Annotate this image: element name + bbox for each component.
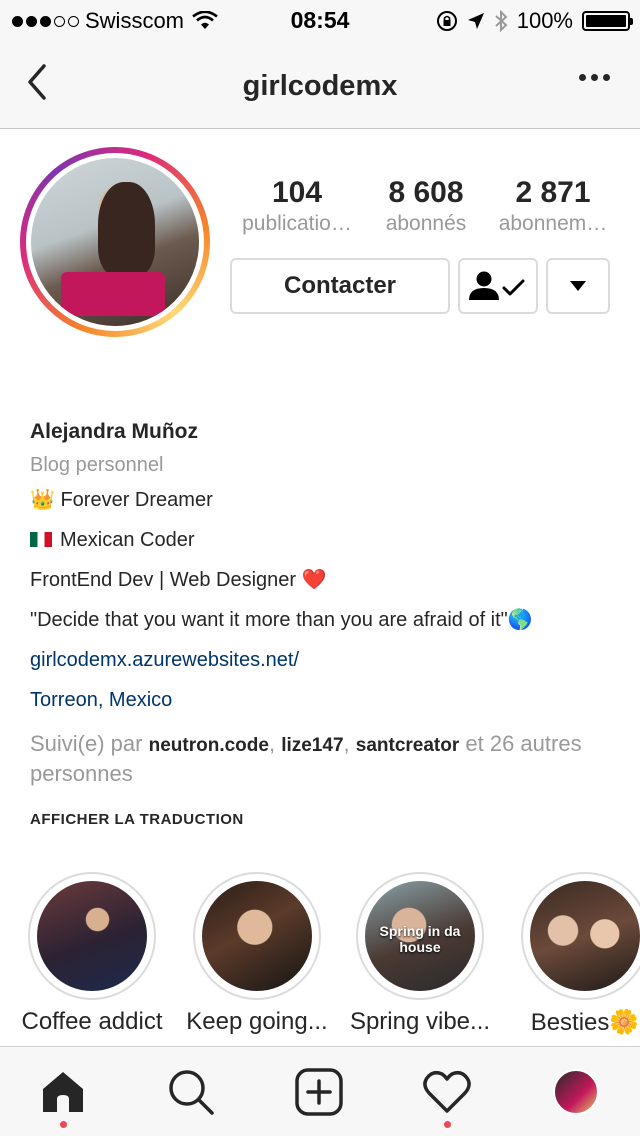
tab-home[interactable] <box>38 1067 88 1117</box>
highlight-label: Coffee addict <box>21 1008 163 1035</box>
status-bar: Swisscom 08:54 100% <box>0 0 640 40</box>
globe-icon: 🌎 <box>507 609 533 631</box>
crown-icon: 👑 <box>30 489 55 511</box>
highlight-overlay-text: Spring in da house <box>379 922 461 955</box>
location-link[interactable]: Torreon, Mexico <box>30 687 620 727</box>
tab-profile[interactable] <box>551 1067 601 1117</box>
person-check-icon <box>469 271 525 300</box>
followed-by-prefix: Suivi(e) par <box>30 731 143 756</box>
highlight-label: Besties🌼 <box>530 1009 640 1036</box>
battery-percentage: 100% <box>516 8 573 33</box>
orientation-lock-icon <box>436 11 457 31</box>
suggestions-dropdown-button[interactable] <box>546 258 610 314</box>
stat-following[interactable]: 2 871 abonnem… <box>488 176 618 236</box>
profile-bio: Alejandra Muñoz Blog personnel 👑 Forever… <box>30 420 620 727</box>
see-translation-link[interactable]: AFFICHER LA TRADUCTION <box>30 811 244 828</box>
home-icon <box>43 1072 83 1112</box>
status-right: 100% <box>436 8 633 34</box>
bio-line-4-text: "Decide that you want it more than you a… <box>30 609 508 631</box>
website-link[interactable]: girlcodemx.azurewebsites.net/ <box>30 647 620 687</box>
more-options-icon[interactable] <box>579 74 610 81</box>
bio-line-3: FrontEnd Dev | Web Designer ❤️ <box>30 567 620 607</box>
bio-line-1: 👑 Forever Dreamer <box>30 487 620 527</box>
add-post-icon <box>295 1068 343 1116</box>
followed-by-text[interactable]: Suivi(e) par neutron.code, lize147, sant… <box>30 730 620 788</box>
battery-icon <box>582 11 633 31</box>
tab-new-post[interactable] <box>294 1067 344 1117</box>
full-name: Alejandra Muñoz <box>30 420 199 443</box>
follower-name-3[interactable]: santcreator <box>356 735 460 756</box>
highlight-besties[interactable]: Besties🌼 <box>510 872 640 1037</box>
highlight-cover-image <box>37 881 147 991</box>
activity-notification-dot <box>444 1121 451 1128</box>
search-icon <box>169 1070 214 1115</box>
home-notification-dot <box>60 1121 67 1128</box>
bottom-tab-bar <box>0 1046 640 1136</box>
stat-following-count: 2 871 <box>515 176 591 209</box>
follower-name-1[interactable]: neutron.code <box>149 735 269 756</box>
bluetooth-icon <box>495 10 508 32</box>
contact-button[interactable]: Contacter <box>230 258 450 314</box>
following-button[interactable] <box>458 258 538 314</box>
stat-followers[interactable]: 8 608 abonnés <box>364 176 488 236</box>
highlight-coffee-addict[interactable]: Coffee addict <box>17 872 167 1036</box>
profile-username-title: girlcodemx <box>242 70 398 102</box>
stat-following-label: abonnem… <box>498 212 608 235</box>
stat-followers-count: 8 608 <box>388 176 464 209</box>
profile-category: Blog personnel <box>30 454 164 476</box>
bio-line-1-text: Forever Dreamer <box>60 489 213 511</box>
highlight-label: Spring vibe... <box>349 1008 491 1035</box>
avatar-photo <box>31 158 199 326</box>
highlight-keep-going[interactable]: Keep going... <box>182 872 332 1036</box>
tab-search[interactable] <box>166 1067 216 1117</box>
caret-down-icon <box>570 281 586 291</box>
stat-posts-count: 104 <box>271 176 323 209</box>
highlight-cover-image: Spring in da house <box>365 881 475 991</box>
highlight-label: Keep going... <box>186 1008 328 1035</box>
mexico-flag-icon <box>30 532 52 547</box>
stat-followers-label: abonnés <box>385 212 467 235</box>
tab-activity[interactable] <box>422 1067 472 1117</box>
bio-line-3-text: FrontEnd Dev | Web Designer <box>30 569 297 591</box>
bio-line-2: Mexican Coder <box>30 527 620 567</box>
highlight-spring-vibes[interactable]: Spring in da house Spring vibe... <box>345 872 495 1036</box>
profile-stats: 104 publicatio… 8 608 abonnés 2 871 abon… <box>230 176 630 236</box>
story-highlights: Coffee addict Keep going... Spring in da… <box>0 872 640 1042</box>
heart-icon <box>423 1070 471 1113</box>
profile-avatar[interactable] <box>20 147 210 337</box>
red-heart-icon: ❤️ <box>301 569 327 591</box>
follower-name-2[interactable]: lize147 <box>281 735 343 756</box>
location-arrow-icon <box>467 13 484 29</box>
bio-line-4: "Decide that you want it more than you a… <box>30 607 620 647</box>
stat-posts-label: publicatio… <box>242 212 352 235</box>
stat-posts[interactable]: 104 publicatio… <box>230 176 364 236</box>
profile-avatar-icon <box>553 1069 599 1115</box>
navigation-bar: girlcodemx <box>0 40 640 129</box>
highlight-cover-image <box>530 881 640 991</box>
bio-line-2-text: Mexican Coder <box>60 529 195 551</box>
highlight-cover-image <box>202 881 312 991</box>
